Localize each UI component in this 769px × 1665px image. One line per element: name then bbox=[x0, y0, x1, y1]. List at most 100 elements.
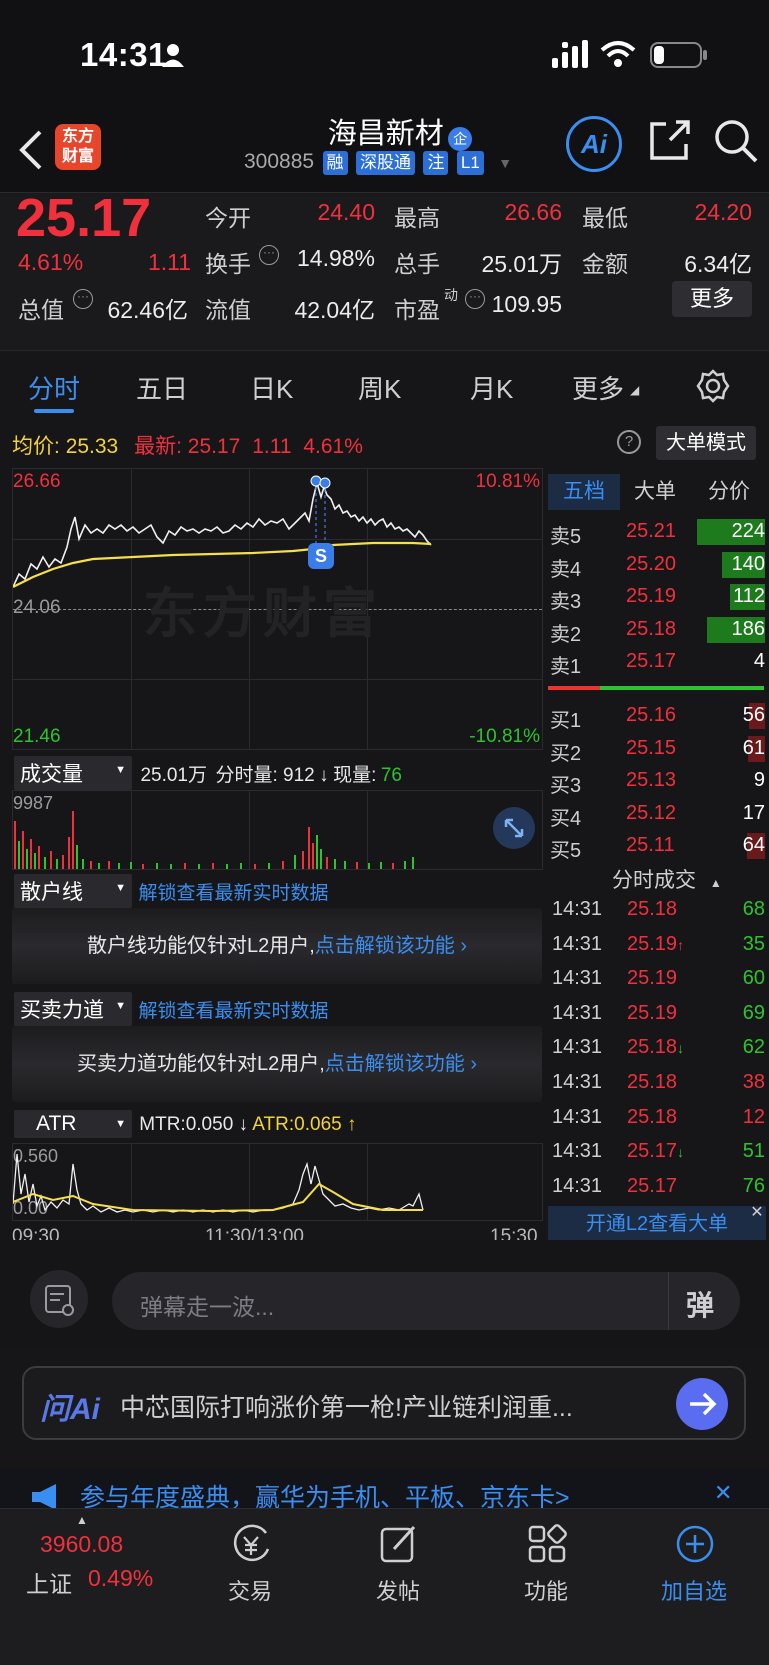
tick-time: 14:31 bbox=[552, 1105, 603, 1128]
latest-price: 25.17 bbox=[187, 435, 241, 458]
book-volume: 64 bbox=[742, 834, 765, 856]
nav-trade-label: 交易 bbox=[227, 1579, 272, 1604]
close-icon[interactable]: ✕ bbox=[748, 1204, 766, 1222]
force-unlock-action[interactable]: 点击解锁该功能 bbox=[325, 1053, 465, 1075]
help-icon[interactable]: ? bbox=[617, 430, 641, 454]
bid-row[interactable]: 买4 25.12 17 bbox=[550, 798, 765, 830]
retail-notice-text: 散户线功能仅针对L2用户, bbox=[86, 935, 315, 957]
bid-row[interactable]: 买5 25.11 64 bbox=[550, 830, 765, 862]
tag-level: L1 bbox=[456, 151, 484, 175]
tab-monthly-k[interactable]: 月K bbox=[470, 369, 513, 406]
close-icon[interactable]: ✕ bbox=[714, 1480, 732, 1506]
orderbook-tab-five[interactable]: 五档 bbox=[548, 474, 620, 510]
bid-row[interactable]: 买1 25.16 56 bbox=[550, 700, 765, 732]
retail-unlock-link[interactable]: 解锁查看最新实时数据 bbox=[138, 883, 328, 904]
book-price: 25.18 bbox=[626, 617, 677, 640]
atr-chart[interactable]: 0.560 0.00 bbox=[12, 1143, 543, 1221]
big-order-mode-button[interactable]: 大单模式 bbox=[656, 426, 756, 460]
latest-pct: 4.61% bbox=[303, 435, 363, 458]
ai-ask-bar[interactable]: 问Ai 中芯国际打响涨价第一枪!产业链利润重... bbox=[22, 1366, 746, 1440]
tab-more[interactable]: 更多 bbox=[572, 369, 624, 406]
book-level-label: 买4 bbox=[550, 807, 582, 830]
force-indicator-select[interactable]: 买卖力道 ▼ bbox=[14, 992, 132, 1026]
bid-row[interactable]: 买2 25.15 61 bbox=[550, 733, 765, 765]
tab-active-indicator bbox=[34, 409, 74, 413]
down-arrow-icon: ↓ bbox=[319, 765, 329, 786]
more-button[interactable]: 更多 bbox=[672, 281, 752, 317]
ask-row[interactable]: 卖4 25.20 140 bbox=[550, 549, 765, 581]
tick-row: 14:31 25.17↓ 51 bbox=[552, 1135, 765, 1169]
l2-banner[interactable]: 开通L2查看大单 bbox=[548, 1206, 766, 1242]
logo-text-bottom: 财富 bbox=[61, 148, 94, 165]
tick-volume: 60 bbox=[742, 967, 765, 990]
force-lock-notice: 买卖力道功能仅针对L2用户,点击解锁该功能 › bbox=[12, 1026, 542, 1102]
ask-row[interactable]: 卖1 25.17 4 bbox=[550, 646, 765, 678]
ai-button[interactable]: Ai bbox=[566, 116, 622, 172]
up-arrow-icon: ↑ bbox=[346, 1114, 357, 1135]
tick-volume: 12 bbox=[742, 1105, 765, 1128]
force-indicator-label: 买卖力道 bbox=[20, 999, 104, 1022]
retail-unlock-action[interactable]: 点击解锁该功能 bbox=[315, 935, 455, 957]
dropdown-icon: ▼ bbox=[115, 764, 126, 776]
book-level-label: 买3 bbox=[550, 775, 582, 797]
stat-amount: 6.34亿 bbox=[684, 251, 752, 277]
book-level-label: 卖1 bbox=[550, 656, 582, 678]
book-level-label: 卖4 bbox=[550, 558, 582, 581]
ask-row[interactable]: 卖3 25.19 112 bbox=[550, 581, 765, 613]
share-icon[interactable] bbox=[648, 118, 692, 162]
book-level-label: 买1 bbox=[550, 710, 582, 732]
atr-indicator-select[interactable]: ATR ▼ bbox=[14, 1110, 132, 1138]
book-volume: 9 bbox=[753, 769, 765, 791]
promo-banner[interactable]: 参与年度盛典，赢华为手机、平板、京东卡> ✕ bbox=[0, 1468, 769, 1508]
tick-row: 14:31 25.18 12 bbox=[552, 1101, 765, 1135]
comment-bar: 弹幕走一波... 弹 bbox=[0, 1240, 769, 1348]
status-time: 14:31 bbox=[80, 36, 167, 73]
stat-pe: 109.95 bbox=[491, 291, 562, 317]
volume-indicator-select[interactable]: 成交量 ▼ bbox=[14, 756, 132, 790]
ai-send-button[interactable] bbox=[676, 1378, 728, 1430]
intraday-chart[interactable]: 东方财富 S 26.66 24.06 21.46 10.81% -10.81% bbox=[12, 468, 543, 750]
settings-gear-icon[interactable] bbox=[696, 369, 730, 403]
stat-float-cap: 42.04亿 bbox=[294, 297, 375, 323]
book-volume: 4 bbox=[753, 650, 765, 672]
stat-label-high: 最高 bbox=[394, 205, 440, 231]
retail-indicator-select[interactable]: 散户线 ▼ bbox=[14, 874, 132, 908]
tab-daily-k[interactable]: 日K bbox=[250, 369, 293, 406]
tick-price-value: 25.18 bbox=[627, 898, 678, 920]
book-price: 25.17 bbox=[626, 650, 677, 672]
down-arrow-icon: ↓ bbox=[238, 1114, 249, 1135]
atr-lines bbox=[13, 1153, 424, 1213]
ask-row[interactable]: 卖5 25.21 224 bbox=[550, 516, 765, 548]
caret-up-icon[interactable]: ▲ bbox=[710, 876, 722, 890]
big-order-mode-label: 大单模式 bbox=[666, 432, 746, 454]
danmu-toggle-icon[interactable]: 弹 bbox=[686, 1284, 714, 1324]
bid-row[interactable]: 买3 25.13 9 bbox=[550, 765, 765, 797]
comment-list-button[interactable] bbox=[30, 1270, 88, 1328]
tick-price-value: 25.18 bbox=[627, 1105, 678, 1128]
orderbook-tab-big[interactable]: 大单 bbox=[634, 474, 676, 510]
index-ticker[interactable]: ▲ 3960.08 上证 0.49% bbox=[0, 1509, 200, 1609]
tab-five-day[interactable]: 五日 bbox=[136, 369, 188, 406]
dropdown-icon[interactable]: ▼ bbox=[498, 155, 512, 171]
back-arrow-icon[interactable] bbox=[18, 130, 44, 170]
expand-chart-button[interactable] bbox=[493, 807, 535, 849]
volume-chart[interactable]: 9987 bbox=[12, 790, 543, 870]
tab-intraday[interactable]: 分时 bbox=[28, 369, 80, 406]
eastmoney-logo: 东方 财富 bbox=[55, 124, 101, 170]
stat-label-volume: 总手 bbox=[394, 251, 440, 277]
signal-marker[interactable]: S bbox=[308, 543, 334, 569]
danmu-input[interactable]: 弹幕走一波... 弹 bbox=[112, 1272, 740, 1330]
force-unlock-link[interactable]: 解锁查看最新实时数据 bbox=[138, 1001, 328, 1022]
tab-weekly-k[interactable]: 周K bbox=[358, 369, 401, 406]
tick-price: 25.19 bbox=[627, 967, 677, 990]
quote-panel: 25.17 4.61% 1.11 今开 24.40 最高 26.66 最低 24… bbox=[0, 188, 769, 350]
search-icon[interactable] bbox=[713, 118, 759, 164]
orderbook-tab-price[interactable]: 分价 bbox=[708, 474, 750, 510]
index-name: 上证 bbox=[26, 1571, 72, 1597]
book-price: 25.19 bbox=[626, 585, 677, 607]
ask-row[interactable]: 卖2 25.18 186 bbox=[550, 614, 765, 646]
expand-icon bbox=[504, 818, 524, 838]
y-axis-low: 21.46 bbox=[13, 726, 61, 747]
book-price: 25.12 bbox=[626, 801, 677, 824]
stock-meta: 300885 融 深股通 注 L1 ▼ bbox=[244, 150, 512, 175]
